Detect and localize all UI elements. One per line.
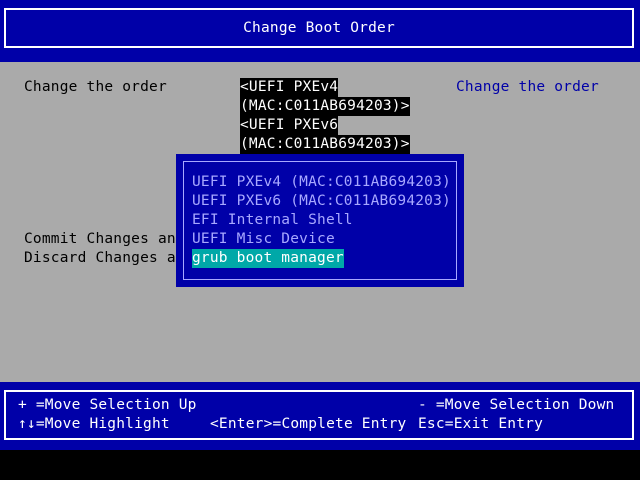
discard-changes-option[interactable]: Discard Changes and xyxy=(24,249,194,268)
complete-entry-hint: <Enter>=Complete Entry xyxy=(210,416,407,432)
exit-entry-hint: Esc=Exit Entry xyxy=(418,416,544,432)
help-text: Change the order xyxy=(456,79,599,95)
page-title: Change Boot Order xyxy=(4,8,634,48)
popup-item-efi-internal-shell[interactable]: EFI Internal Shell xyxy=(192,211,353,230)
order-value-line-2[interactable]: (MAC:C011AB694203)> xyxy=(240,97,410,116)
popup-item-grub-boot-manager[interactable]: grub boot manager xyxy=(192,249,344,268)
move-down-hint: - =Move Selection Down xyxy=(418,397,615,413)
header-bar: Change Boot Order xyxy=(0,0,640,62)
commit-changes-option[interactable]: Commit Changes and xyxy=(24,230,185,249)
move-highlight-hint: ↑↓=Move Highlight xyxy=(18,416,170,432)
popup-item-uefi-pxev4[interactable]: UEFI PXEv4 (MAC:C011AB694203) xyxy=(192,173,451,192)
order-value-line-4[interactable]: (MAC:C011AB694203)> xyxy=(240,135,410,154)
popup-item-uefi-misc-device[interactable]: UEFI Misc Device xyxy=(192,230,335,249)
move-up-hint: + =Move Selection Up xyxy=(18,397,197,413)
boot-order-popup: UEFI PXEv4 (MAC:C011AB694203) UEFI PXEv6… xyxy=(176,154,464,287)
popup-item-uefi-pxev6[interactable]: UEFI PXEv6 (MAC:C011AB694203) xyxy=(192,192,451,211)
footer-bar: + =Move Selection Up - =Move Selection D… xyxy=(0,382,640,450)
footer-box: + =Move Selection Up - =Move Selection D… xyxy=(4,390,634,440)
order-value-line-3[interactable]: <UEFI PXEv6 xyxy=(240,116,339,135)
change-order-label: Change the order xyxy=(24,79,167,95)
order-value-line-1[interactable]: <UEFI PXEv4 xyxy=(240,78,339,97)
